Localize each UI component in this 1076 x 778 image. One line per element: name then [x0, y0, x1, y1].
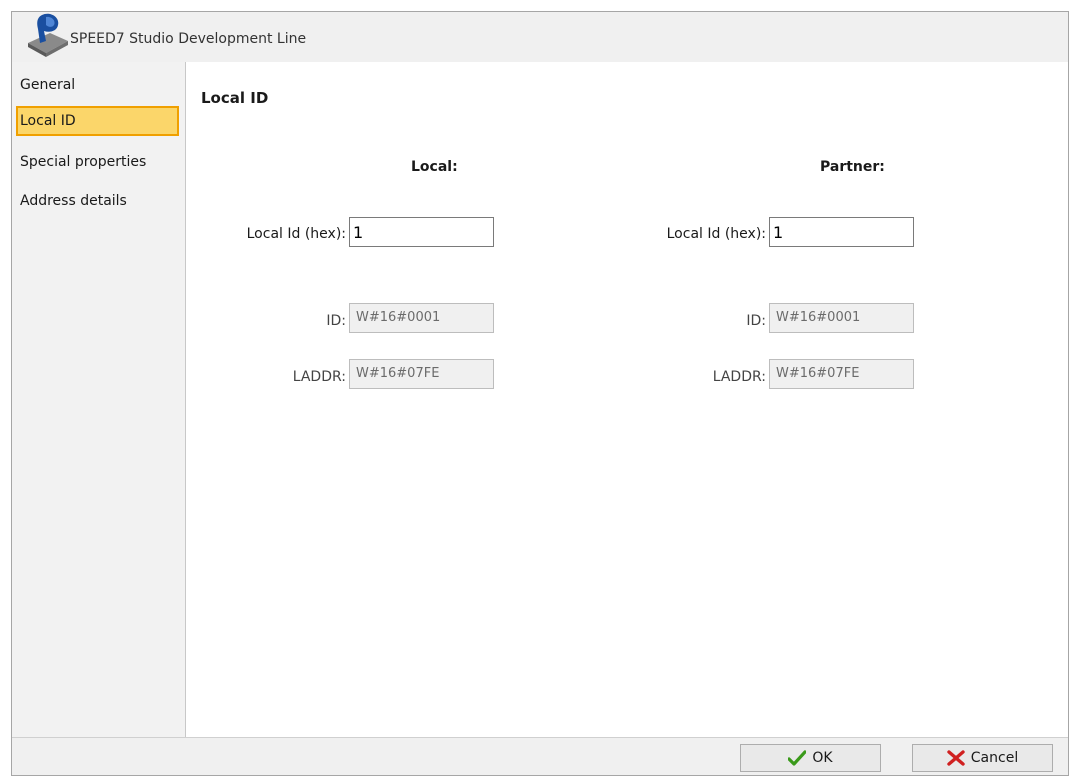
- partner-local-id-hex-label: Local Id (hex):: [666, 226, 766, 242]
- partner-laddr-readonly-field: W#16#07FE: [769, 359, 914, 389]
- ok-button-label: OK: [812, 750, 833, 766]
- partner-id-label: ID:: [746, 313, 766, 329]
- local-id-readonly-field: W#16#0001: [349, 303, 494, 333]
- window-title: SPEED7 Studio Development Line: [70, 31, 307, 47]
- sidebar-item-label: Local ID: [20, 113, 76, 129]
- partner-id-readonly-field: W#16#0001: [769, 303, 914, 333]
- partner-laddr-label: LADDR:: [712, 369, 766, 385]
- ok-button[interactable]: OK: [740, 744, 881, 772]
- local-id-label: ID:: [326, 313, 346, 329]
- main-panel: Local ID Local: Local Id (hex): ID: W#16…: [186, 62, 1068, 739]
- local-laddr-label: LADDR:: [292, 369, 346, 385]
- sidebar-item-special-properties[interactable]: Special properties: [16, 147, 179, 177]
- cancel-button[interactable]: Cancel: [912, 744, 1053, 772]
- title-bar: SPEED7 Studio Development Line: [12, 12, 1068, 63]
- local-column-heading: Local:: [411, 159, 458, 175]
- sidebar: General Local ID Special properties Addr…: [12, 62, 186, 739]
- page-title: Local ID: [201, 89, 269, 107]
- sidebar-item-local-id[interactable]: Local ID: [16, 106, 179, 136]
- partner-local-id-hex-input[interactable]: [769, 217, 914, 247]
- local-id-hex-label: Local Id (hex):: [246, 226, 346, 242]
- sidebar-item-label: Address details: [20, 193, 127, 209]
- x-icon: [947, 750, 965, 766]
- cancel-button-label: Cancel: [970, 750, 1019, 766]
- sidebar-item-address-details[interactable]: Address details: [16, 186, 179, 216]
- dialog-footer: OK Cancel: [12, 737, 1068, 775]
- sidebar-item-label: Special properties: [20, 154, 147, 170]
- sidebar-item-label: General: [20, 77, 76, 93]
- dialog-window: SPEED7 Studio Development Line General L…: [11, 11, 1069, 776]
- sidebar-item-general[interactable]: General: [16, 70, 179, 100]
- local-laddr-readonly-field: W#16#07FE: [349, 359, 494, 389]
- checkmark-icon: [788, 750, 807, 766]
- local-id-hex-input[interactable]: [349, 217, 494, 247]
- partner-column-heading: Partner:: [820, 159, 885, 175]
- speed7-app-icon: [24, 13, 76, 57]
